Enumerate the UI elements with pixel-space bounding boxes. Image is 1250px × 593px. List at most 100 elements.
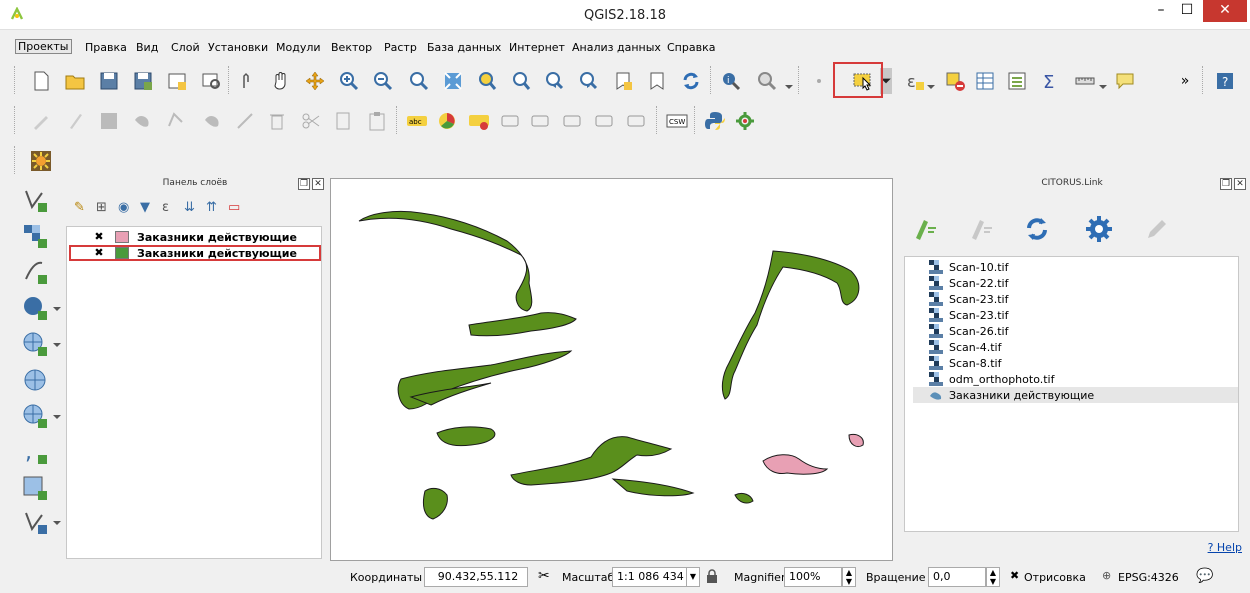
open-project-icon[interactable] (62, 68, 88, 94)
citorus-link-icon[interactable] (906, 210, 944, 248)
manage-visibility-icon[interactable]: ◉ (118, 200, 129, 215)
citorus-unlink-icon[interactable] (962, 210, 1000, 248)
toolbar-overflow-icon[interactable]: » (1172, 68, 1198, 94)
menu-database[interactable]: База данных (427, 41, 501, 54)
polygon-river-north[interactable] (358, 210, 533, 312)
save-project-icon[interactable] (96, 68, 122, 94)
pin-labels-icon[interactable] (498, 108, 524, 134)
messages-icon[interactable]: 💬 (1196, 568, 1213, 584)
zoom-out-icon[interactable] (370, 68, 396, 94)
rotation-spinbox[interactable]: 0,0 (928, 567, 986, 587)
copy-features-icon[interactable] (330, 108, 356, 134)
save-edits-icon[interactable] (96, 108, 122, 134)
cut-features-icon[interactable] (232, 108, 258, 134)
new-project-icon[interactable] (28, 68, 54, 94)
rotate-label-icon[interactable] (592, 108, 618, 134)
polygon-east-river[interactable] (721, 250, 860, 400)
delete-selected-icon[interactable] (200, 108, 226, 134)
menu-plugins[interactable]: Модули (276, 41, 321, 54)
magnifier-spinbox[interactable]: 100% (784, 567, 842, 587)
filter-legend-icon[interactable]: ▼ (140, 200, 150, 215)
polygon-pink-main[interactable] (762, 454, 829, 475)
toggle-extents-icon[interactable]: ✂ (538, 568, 550, 584)
help-link[interactable]: ? Help (1208, 541, 1242, 554)
citorus-list-item[interactable]: odm_orthophoto.tif (913, 371, 1238, 387)
rotation-stepper-icon[interactable]: ▲ ▼ (986, 567, 1000, 587)
polygon-east-blob[interactable] (734, 492, 754, 504)
toggle-editing-icon[interactable] (62, 108, 88, 134)
postgis-dropdown-icon[interactable] (52, 293, 62, 323)
save-as-icon[interactable] (130, 68, 156, 94)
citorus-list-item[interactable]: Scan-22.tif (913, 275, 1238, 291)
citorus-settings-icon[interactable] (1080, 210, 1118, 248)
python-console-icon[interactable] (702, 108, 728, 134)
minimize-button[interactable]: – (1148, 0, 1174, 22)
help-contents-icon[interactable]: ? (1212, 68, 1238, 94)
crs-status[interactable]: EPSG:4326 (1118, 571, 1179, 584)
close-button[interactable]: ✕ (1203, 0, 1247, 22)
menu-layer[interactable]: Слой (171, 41, 200, 54)
add-wfs-layer-icon[interactable] (20, 401, 50, 431)
polygon-south-strip[interactable] (611, 478, 695, 497)
menu-projects[interactable]: Проекты (15, 39, 72, 54)
delete-icon[interactable] (264, 108, 290, 134)
move-label-icon[interactable] (560, 108, 586, 134)
show-hide-labels-icon[interactable] (528, 108, 554, 134)
menu-help[interactable]: Справка (667, 41, 715, 54)
zoom-full-icon[interactable] (440, 68, 466, 94)
identify-features-icon[interactable]: i (718, 68, 744, 94)
zoom-next-icon[interactable] (576, 68, 602, 94)
map-canvas[interactable] (330, 178, 893, 561)
add-postgis-layer-icon[interactable] (20, 293, 50, 323)
polygon-small-island[interactable] (436, 426, 496, 447)
add-wms-layer-icon[interactable] (20, 329, 50, 359)
menu-settings[interactable]: Установки (208, 41, 268, 54)
menu-analysis[interactable]: Анализ данных (572, 41, 661, 54)
citorus-list-item[interactable]: Scan-10.tif (913, 259, 1238, 275)
current-edits-icon[interactable] (28, 108, 54, 134)
add-spatialite-layer-icon[interactable] (20, 507, 50, 537)
actions-dropdown-icon[interactable] (784, 74, 794, 100)
zoom-in-icon[interactable] (336, 68, 362, 94)
show-bookmarks-icon[interactable] (644, 68, 670, 94)
composer-manager-icon[interactable] (198, 68, 224, 94)
new-bookmark-icon[interactable] (610, 68, 636, 94)
render-checkbox[interactable]: ✖ (1010, 569, 1019, 582)
menu-raster[interactable]: Растр (384, 41, 417, 54)
citorus-list-item[interactable]: Scan-23.tif (913, 307, 1238, 323)
paste-features-icon[interactable] (364, 108, 390, 134)
node-tool-icon[interactable] (164, 108, 190, 134)
actions-icon[interactable] (754, 68, 780, 94)
layer-item[interactable]: ✖ Заказники действующие (69, 229, 321, 245)
polygon-south-small[interactable] (422, 487, 448, 520)
add-feature-icon[interactable] (130, 108, 156, 134)
processing-toolbox-icon[interactable] (732, 108, 758, 134)
scale-combobox[interactable]: 1:1 086 434 (612, 567, 692, 587)
menu-web[interactable]: Интернет (509, 41, 565, 54)
add-group-icon[interactable]: ⊞ (96, 200, 107, 215)
citorus-refresh-icon[interactable] (1018, 210, 1056, 248)
pan-to-selection-icon[interactable] (302, 68, 328, 94)
touch-zoom-icon[interactable] (234, 68, 260, 94)
coordinates-field[interactable]: 90.432,55.112 (424, 567, 528, 587)
polygon-southeast-main[interactable] (510, 436, 673, 486)
filter-expression-icon[interactable]: ε (162, 200, 169, 215)
zoom-last-icon[interactable] (542, 68, 568, 94)
scale-dropdown-icon[interactable]: ▼ (686, 567, 700, 587)
magnifier-stepper-icon[interactable]: ▲ ▼ (842, 567, 856, 587)
wfs-dropdown-icon[interactable] (52, 401, 62, 431)
scissors-icon[interactable] (298, 108, 324, 134)
float-panel-icon[interactable]: ❐ (1220, 178, 1232, 190)
highlight-pinned-labels-icon[interactable] (466, 108, 492, 134)
new-shapefile-icon[interactable] (20, 257, 50, 287)
measure-line-icon[interactable] (1072, 68, 1098, 94)
pan-map-icon[interactable] (268, 68, 294, 94)
csw-icon[interactable]: CSW (664, 108, 690, 134)
layer-item-selected[interactable]: ✖ Заказники действующие (69, 245, 321, 261)
close-panel-icon[interactable]: ✕ (312, 178, 324, 190)
select-by-expression-icon[interactable]: ε (902, 68, 928, 94)
menu-vector[interactable]: Вектор (331, 41, 372, 54)
add-raster-layer-icon[interactable] (20, 221, 50, 251)
map-tips-icon[interactable] (1112, 68, 1138, 94)
refresh-icon[interactable] (678, 68, 704, 94)
